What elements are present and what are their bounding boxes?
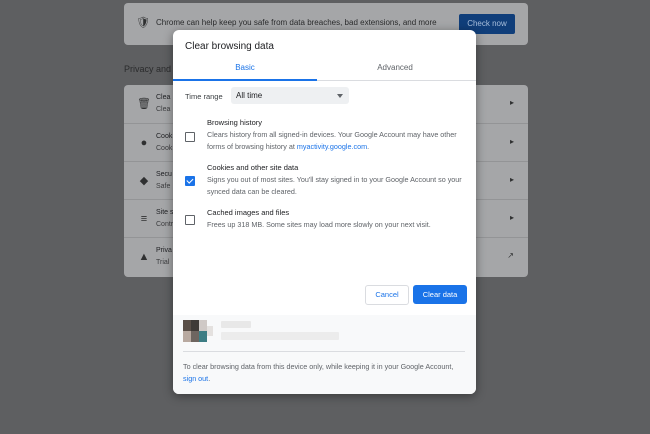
footer-text-end: .	[208, 374, 211, 383]
sign-out-link[interactable]: sign out	[183, 374, 208, 383]
active-tab-indicator	[173, 79, 317, 81]
safety-check-text: Chrome can help keep you safe from data …	[156, 18, 437, 27]
time-range-label: Time range	[185, 92, 223, 101]
time-range-select[interactable]: All time	[231, 87, 349, 104]
clear-browsing-data-dialog: Clear browsing data Basic Advanced Time …	[173, 30, 476, 394]
account-avatar	[183, 320, 213, 342]
chevron-right-icon: ▸	[509, 137, 514, 146]
shield-icon: 🛡	[136, 17, 150, 29]
option-title: Cookies and other site data	[207, 163, 299, 172]
tab-basic[interactable]: Basic	[173, 57, 317, 79]
tab-advanced[interactable]: Advanced	[323, 57, 467, 79]
option-description: Clears history from all signed-in device…	[207, 129, 471, 153]
footer-text-body: To clear browsing data from this device …	[183, 362, 454, 371]
tab-bar: Basic Advanced	[173, 57, 476, 81]
flask-icon: ▲	[138, 251, 150, 263]
row-subtitle: Safe	[156, 183, 171, 190]
account-footer: To clear browsing data from this device …	[173, 315, 476, 394]
footer-divider	[183, 351, 465, 352]
dialog-title: Clear browsing data	[185, 41, 274, 52]
description-text-end: .	[367, 142, 370, 151]
cookies-checkbox[interactable]	[185, 176, 195, 186]
row-title: Clea	[156, 94, 171, 101]
external-link-icon: ↗	[507, 251, 514, 260]
row-title: Priva	[156, 247, 172, 254]
chevron-right-icon: ▸	[509, 98, 514, 107]
clear-data-button[interactable]: Clear data	[413, 285, 467, 304]
footer-text: To clear browsing data from this device …	[183, 361, 463, 385]
option-description: Frees up 318 MB. Some sites may load mor…	[207, 220, 431, 229]
shield-icon: ◆	[139, 175, 149, 187]
option-description: Signs you out of most sites. You'll stay…	[207, 175, 462, 196]
row-title: Secu	[156, 171, 172, 178]
cancel-button[interactable]: Cancel	[365, 285, 409, 305]
section-title: Privacy and s	[124, 64, 179, 74]
trash-icon: 🗑	[137, 98, 151, 110]
browsing-history-checkbox[interactable]	[185, 132, 195, 142]
chevron-right-icon: ▸	[509, 213, 514, 222]
chevron-right-icon: ▸	[509, 175, 514, 184]
cached-images-checkbox[interactable]	[185, 215, 195, 225]
row-subtitle: Contr	[156, 221, 174, 228]
cookie-icon: ●	[140, 137, 148, 149]
row-subtitle: Cook	[156, 145, 173, 152]
myactivity-link[interactable]: myactivity.google.com	[297, 142, 367, 151]
sliders-icon: ≡	[140, 213, 148, 225]
time-range-value: All time	[236, 91, 263, 100]
row-title: Site s	[156, 209, 174, 216]
dropdown-caret-icon	[337, 94, 343, 98]
row-title: Cook	[156, 133, 173, 140]
option-title: Browsing history	[207, 118, 263, 127]
account-name-redacted	[221, 321, 251, 328]
option-title: Cached images and files	[207, 208, 290, 217]
row-subtitle: Clea	[156, 106, 171, 113]
account-email-redacted	[221, 332, 339, 340]
row-subtitle: Trial	[156, 259, 170, 266]
